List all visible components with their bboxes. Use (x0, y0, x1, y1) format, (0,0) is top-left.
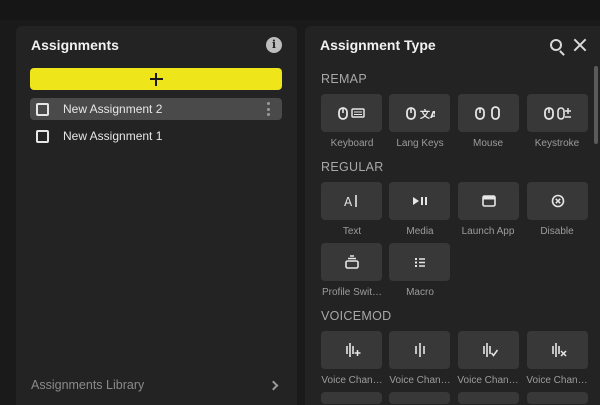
tile-profile-switch[interactable] (321, 243, 382, 281)
mouse-keystroke-icon (543, 107, 571, 120)
tile-text[interactable]: A (321, 182, 382, 220)
voice-check-icon (482, 343, 498, 357)
macro-list-icon (414, 258, 425, 267)
search-icon[interactable] (550, 39, 562, 51)
tile-label: Voice Chan… (457, 375, 519, 386)
section-label-regular: REGULAR (321, 160, 384, 174)
tile-label: Voice Chan… (321, 375, 383, 386)
tile-label: Mouse (472, 138, 503, 149)
assignment-label: New Assignment 1 (63, 129, 163, 143)
voice-plus-icon (345, 343, 360, 357)
tile-voice-change[interactable] (321, 331, 382, 369)
more-options-icon[interactable] (267, 102, 270, 116)
tile-label: Text (342, 226, 362, 237)
assignment-item[interactable]: New Assignment 1 (30, 125, 282, 147)
tile-label: Voice Chan… (389, 375, 451, 386)
tile-label: Keystroke (534, 138, 580, 149)
section-label-voicemod: VOICEMOD (321, 309, 392, 323)
assignment-type-title: Assignment Type (320, 37, 436, 53)
tile-label: Macro (406, 287, 434, 298)
mouse-mouse-icon (474, 106, 500, 120)
disable-icon (551, 194, 564, 208)
library-label: Assignments Library (31, 378, 145, 392)
tile-macro[interactable] (389, 243, 450, 281)
tile-label: Launch App (461, 226, 515, 237)
app-window-icon (481, 195, 496, 207)
top-bar (0, 0, 600, 20)
assignment-type-panel: Assignment Type REMAP Keyboard 文A Lang K… (305, 26, 600, 405)
tile-media[interactable] (389, 182, 450, 220)
add-assignment-button[interactable] (30, 68, 282, 90)
tile-lang-keys[interactable]: 文A (389, 94, 450, 132)
mouse-translate-icon: 文A (405, 107, 435, 121)
tile-label: Keyboard (330, 138, 374, 149)
voice-x-icon (551, 343, 567, 357)
assignment-checkbox[interactable] (36, 129, 49, 143)
text-cursor-icon: A (344, 195, 357, 209)
tile-partial[interactable] (389, 392, 450, 404)
tile-label: Disable (540, 226, 574, 237)
voice-icon (414, 343, 425, 357)
tile-keystroke[interactable] (527, 94, 588, 132)
plus-icon (149, 72, 163, 86)
tile-voice-change[interactable] (458, 331, 519, 369)
assignment-label: New Assignment 2 (63, 102, 163, 116)
svg-text:A: A (344, 195, 353, 209)
tile-voice-change[interactable] (527, 331, 588, 369)
tile-label: Profile Swit… (321, 287, 382, 298)
mouse-keyboard-icon (337, 107, 365, 120)
tile-label: Media (406, 226, 434, 237)
play-pause-icon (412, 197, 427, 205)
assignment-checkbox[interactable] (36, 102, 49, 116)
svg-text:文A: 文A (420, 108, 435, 121)
section-label-remap: REMAP (321, 72, 367, 86)
info-icon[interactable]: i (266, 37, 282, 53)
chevron-right-icon (268, 380, 279, 390)
assignments-library-link[interactable]: Assignments Library (31, 376, 281, 394)
tile-launch-app[interactable] (458, 182, 519, 220)
tile-mouse[interactable] (458, 94, 519, 132)
tile-partial[interactable] (458, 392, 519, 404)
tile-label: Voice Chan… (526, 375, 588, 386)
tile-label: Lang Keys (396, 138, 444, 149)
tile-disable[interactable] (527, 182, 588, 220)
assignment-item[interactable]: New Assignment 2 (30, 98, 282, 120)
tile-keyboard[interactable] (321, 94, 382, 132)
assignments-panel: Assignments i New Assignment 2 New Assig… (16, 26, 297, 405)
profile-switch-icon (344, 255, 359, 269)
close-icon[interactable] (573, 38, 587, 52)
tile-partial[interactable] (527, 392, 588, 404)
tile-partial[interactable] (321, 392, 382, 404)
assignments-title: Assignments (31, 37, 119, 53)
scrollbar[interactable] (594, 66, 598, 144)
tile-voice-change[interactable] (389, 331, 450, 369)
